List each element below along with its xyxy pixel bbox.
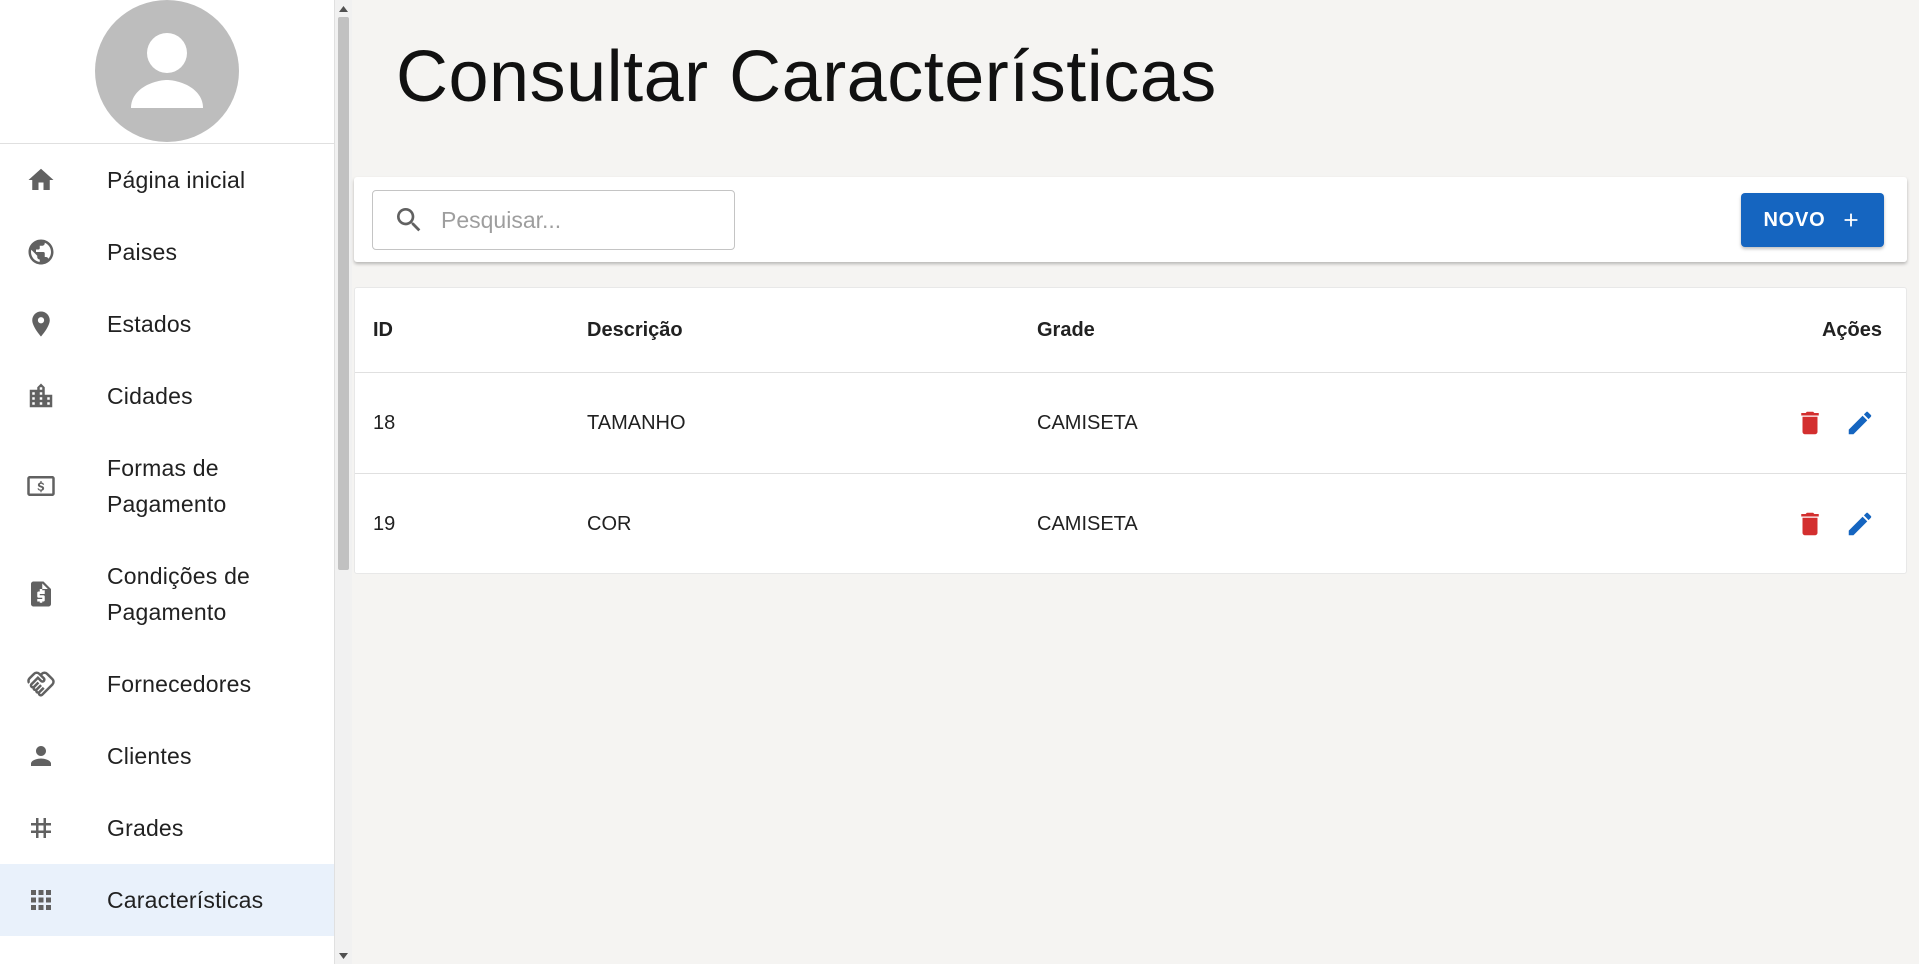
apps-icon (21, 880, 61, 920)
row-actions (1794, 508, 1876, 540)
search-icon (393, 204, 425, 236)
delete-icon[interactable] (1794, 508, 1826, 540)
globe-icon (21, 232, 61, 272)
cell-id: 18 (373, 412, 396, 434)
sidebar-item-paises[interactable]: Paises (0, 216, 334, 288)
table-row: 19 COR CAMISETA (355, 474, 1906, 575)
person-avatar-icon (131, 33, 203, 108)
sidebar-item-label: Condições de Pagamento (107, 563, 251, 625)
search-input[interactable] (441, 206, 721, 234)
page-title: Consultar Características (396, 37, 1217, 117)
sidebar-item-formas-de-pagamento[interactable]: Formas de Pagamento (0, 432, 334, 540)
person-icon (21, 736, 61, 776)
sidebar-item-label: Grades (107, 815, 184, 841)
main-content: Consultar Características NOVO ID Descri… (352, 0, 1919, 964)
scrollbar-thumb[interactable] (338, 17, 349, 570)
new-button-label: NOVO (1763, 208, 1826, 231)
sidebar-item-pagina-inicial[interactable]: Página inicial (0, 144, 334, 216)
table-header: ID Descrição Grade Ações (355, 288, 1906, 373)
new-button[interactable]: NOVO (1741, 193, 1884, 247)
column-header-descricao[interactable]: Descrição (587, 288, 683, 373)
scroll-up-arrow-icon[interactable] (335, 0, 352, 17)
cell-id: 19 (373, 513, 396, 535)
sidebar-item-label: Estados (107, 311, 192, 337)
column-header-grade[interactable]: Grade (1037, 288, 1095, 373)
handshake-icon (21, 664, 61, 704)
sidebar-item-condicoes-de-pagamento[interactable]: Condições de Pagamento (0, 540, 334, 648)
plus-icon (1840, 209, 1862, 231)
column-header-id[interactable]: ID (373, 288, 393, 373)
table-row: 18 TAMANHO CAMISETA (355, 373, 1906, 474)
sidebar-item-grades[interactable]: Grades (0, 792, 334, 864)
scroll-down-arrow-icon[interactable] (335, 947, 352, 964)
characteristics-table: ID Descrição Grade Ações 18 TAMANHO CAMI… (354, 287, 1907, 574)
avatar-section (0, 0, 334, 144)
request-quote-icon (21, 574, 61, 614)
sidebar-item-fornecedores[interactable]: Fornecedores (0, 648, 334, 720)
sidebar-item-label: Clientes (107, 743, 192, 769)
edit-pencil-icon[interactable] (1844, 407, 1876, 439)
row-actions (1794, 407, 1876, 439)
sidebar-item-caracteristicas[interactable]: Características (0, 864, 334, 936)
sidebar: Página inicial Paises Estados Cidades Fo… (0, 0, 335, 964)
grid-hash-icon (21, 808, 61, 848)
city-icon (21, 376, 61, 416)
sidebar-item-estados[interactable]: Estados (0, 288, 334, 360)
avatar[interactable] (95, 0, 239, 142)
cell-descricao: COR (587, 513, 632, 535)
sidebar-item-label: Cidades (107, 383, 193, 409)
sidebar-item-label: Página inicial (107, 167, 246, 193)
sidebar-item-cidades[interactable]: Cidades (0, 360, 334, 432)
sidebar-item-label: Fornecedores (107, 671, 252, 697)
sidebar-item-clientes[interactable]: Clientes (0, 720, 334, 792)
delete-icon[interactable] (1794, 407, 1826, 439)
sidebar-nav: Página inicial Paises Estados Cidades Fo… (0, 144, 334, 936)
column-header-acoes: Ações (1821, 319, 1882, 341)
edit-pencil-icon[interactable] (1844, 508, 1876, 540)
location-pin-icon (21, 304, 61, 344)
toolbar: NOVO (354, 177, 1907, 262)
search-box[interactable] (372, 190, 735, 250)
cell-descricao: TAMANHO (587, 412, 686, 434)
cell-grade: CAMISETA (1037, 412, 1138, 434)
cell-grade: CAMISETA (1037, 513, 1138, 535)
home-icon (21, 160, 61, 200)
money-icon (21, 466, 61, 506)
sidebar-item-label: Formas de Pagamento (107, 455, 227, 517)
sidebar-item-label: Paises (107, 239, 178, 265)
sidebar-item-label: Características (107, 887, 264, 913)
sidebar-scrollbar[interactable] (335, 0, 352, 964)
